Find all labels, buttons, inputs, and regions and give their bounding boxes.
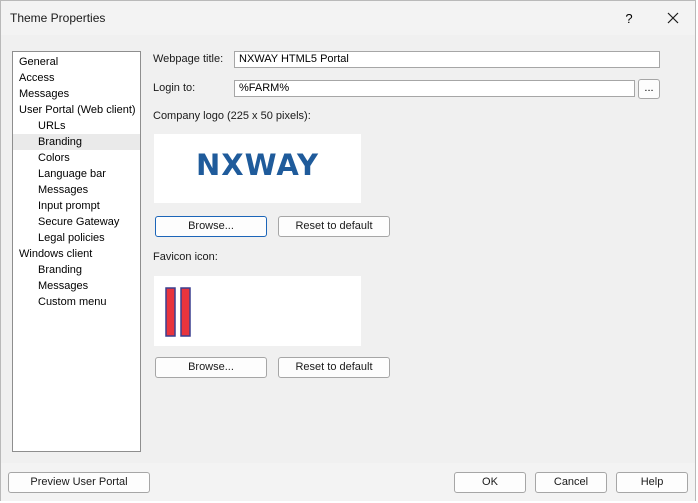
help-button[interactable]: Help: [616, 472, 688, 493]
tree-item-secure-gateway[interactable]: Secure Gateway: [13, 214, 140, 230]
cancel-button[interactable]: Cancel: [535, 472, 607, 493]
tree-item-user-portal-web-client[interactable]: User Portal (Web client): [13, 102, 140, 118]
help-question-label: ?: [625, 10, 633, 26]
tree-item-language-bar[interactable]: Language bar: [13, 166, 140, 182]
logo-browse-button[interactable]: Browse...: [155, 216, 267, 237]
tree-item-legal-policies[interactable]: Legal policies: [13, 230, 140, 246]
tree-item-messages[interactable]: Messages: [13, 86, 140, 102]
company-logo-label: Company logo (225 x 50 pixels):: [153, 110, 311, 122]
theme-properties-dialog: Theme Properties ? General Access Messages…: [0, 0, 696, 501]
tree-item-urls[interactable]: URLs: [13, 118, 140, 134]
title-bar: Theme Properties ?: [1, 1, 695, 35]
favicon-label: Favicon icon:: [153, 251, 218, 263]
tree-item-input-prompt[interactable]: Input prompt: [13, 198, 140, 214]
tree-item-branding[interactable]: Branding: [13, 134, 140, 150]
dialog-footer: Preview User Portal OK Cancel Help: [1, 463, 695, 501]
close-icon: [667, 12, 679, 24]
webpage-title-label: Webpage title:: [153, 53, 224, 65]
login-to-input[interactable]: %FARM%: [234, 80, 635, 97]
tree-item-branding[interactable]: Branding: [13, 262, 140, 278]
favicon-reset-button[interactable]: Reset to default: [278, 357, 390, 378]
tree-item-colors[interactable]: Colors: [13, 150, 140, 166]
tree-item-general[interactable]: General: [13, 54, 140, 70]
login-to-browse-button[interactable]: ...: [638, 79, 660, 99]
window-title: Theme Properties: [10, 11, 106, 25]
login-to-label: Login to:: [153, 82, 196, 94]
ok-button[interactable]: OK: [454, 472, 526, 493]
close-button[interactable]: [653, 5, 693, 31]
tree-item-custom-menu[interactable]: Custom menu: [13, 294, 140, 310]
dialog-content: General Access Messages User Portal (Web cl…: [1, 35, 695, 463]
logo-reset-button[interactable]: Reset to default: [278, 216, 390, 237]
webpage-title-input[interactable]: NXWAY HTML5 Portal: [234, 51, 660, 68]
favicon-preview: [154, 276, 361, 346]
tree-item-windows-client[interactable]: Windows client: [13, 246, 140, 262]
favicon-browse-button[interactable]: Browse...: [155, 357, 267, 378]
favicon-image: [165, 287, 191, 337]
tree-item-access[interactable]: Access: [13, 70, 140, 86]
company-logo-image: NXWAY: [196, 148, 319, 182]
category-tree[interactable]: General Access Messages User Portal (Web cl…: [12, 51, 141, 452]
company-logo-preview: NXWAY: [154, 134, 361, 203]
tree-item-messages[interactable]: Messages: [13, 182, 140, 198]
help-title-button[interactable]: ?: [609, 5, 649, 31]
tree-item-messages[interactable]: Messages: [13, 278, 140, 294]
preview-user-portal-button[interactable]: Preview User Portal: [8, 472, 150, 493]
